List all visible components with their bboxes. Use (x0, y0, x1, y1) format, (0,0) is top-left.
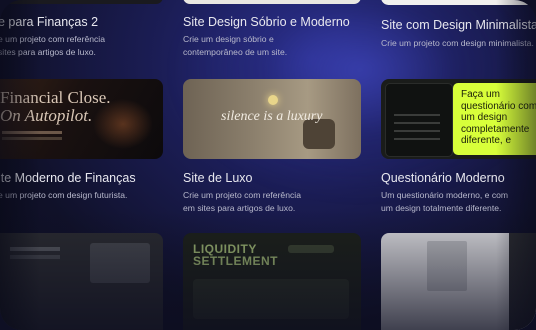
liquidity-thumb-heading: LIQUIDITY SETTLEMENT (193, 243, 278, 267)
liquidity-thumb-cards (193, 279, 349, 319)
template-gallery: e para Finanças 2 e um projeto com refer… (0, 0, 536, 330)
finance-thumb-glow (93, 99, 153, 149)
card-description-line: Crie um design sóbrio e (183, 34, 274, 44)
card-description-line: contemporâneo de um site. (183, 47, 288, 57)
liquidity-heading-line: SETTLEMENT (193, 254, 278, 268)
card-title[interactable]: Questionário Moderno (381, 171, 505, 185)
quiz-thumb-lines (394, 114, 440, 116)
card-description-line: Crie um projeto com referência (183, 190, 301, 200)
luxury-thumb-lamp (268, 95, 278, 105)
card-description: Crie um projeto com referência em sites … (183, 189, 353, 215)
card-thumb-sober-design[interactable] (183, 0, 361, 4)
card-description: Crie um design sóbrio e contemporâneo de… (183, 33, 353, 59)
left-fade-overlay (0, 0, 40, 330)
card-thumb-luxury[interactable]: silence is a luxury (183, 79, 361, 159)
card-title[interactable]: Site Design Sóbrio e Moderno (183, 15, 350, 29)
card-description-line: em sites para artigos de luxo. (183, 203, 296, 213)
card-title[interactable]: Site de Luxo (183, 171, 253, 185)
thumb-image-block (427, 241, 467, 291)
card-thumb-row3-2[interactable]: LIQUIDITY SETTLEMENT (183, 233, 361, 330)
right-fade-overlay (496, 0, 536, 330)
luxury-thumb-text: silence is a luxury (221, 109, 323, 124)
liquidity-thumb-button (288, 245, 334, 253)
quiz-thumb-sidebar (385, 83, 453, 157)
thumb-image-block (90, 243, 150, 283)
